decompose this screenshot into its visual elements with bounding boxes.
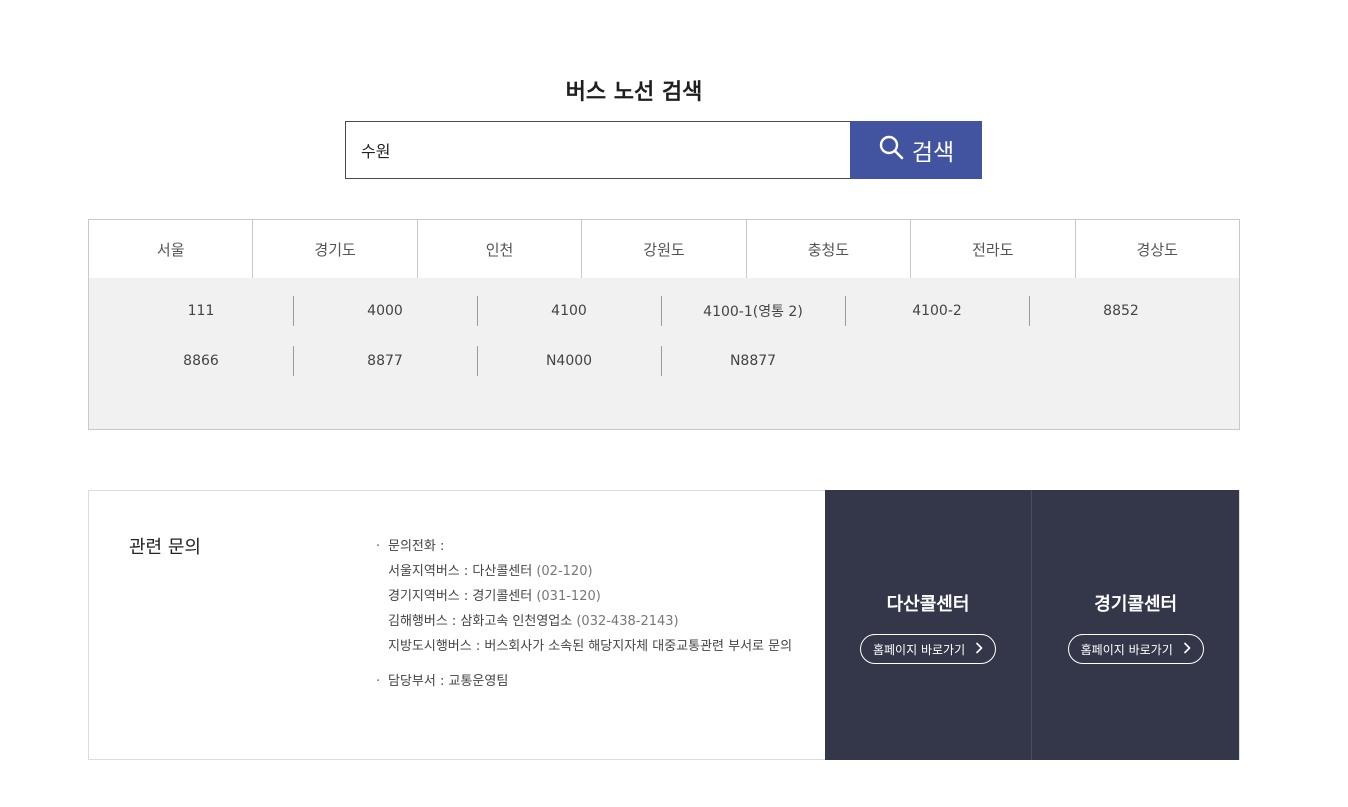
route-item[interactable]: 4100-2 <box>845 296 1029 326</box>
phone-label: 문의전화 : <box>376 534 796 559</box>
inquiry-title: 관련 문의 <box>129 537 201 558</box>
route-item[interactable]: 111 <box>109 296 293 326</box>
chevron-right-icon <box>1183 641 1191 657</box>
route-item[interactable]: 4100-1(영통 2) <box>661 296 845 326</box>
route-item[interactable]: 8852 <box>1029 296 1213 326</box>
homepage-link-label: 홈페이지 바로가기 <box>1080 642 1173 657</box>
contact-line: 지방도시행버스 : 버스회사가 소속된 해당지자체 대중교통관련 부서로 문의 <box>388 639 793 654</box>
tab-seoul[interactable]: 서울 <box>89 220 254 279</box>
homepage-link-button[interactable]: 홈페이지 바로가기 <box>859 634 997 664</box>
dasan-call-center: 다산콜센터 홈페이지 바로가기 <box>824 490 1032 760</box>
chevron-right-icon <box>975 641 983 657</box>
gyeonggi-call-center: 경기콜센터 홈페이지 바로가기 <box>1031 490 1239 760</box>
route-item[interactable]: 8866 <box>109 346 293 376</box>
call-center-name: 경기콜센터 <box>1094 594 1178 615</box>
search-button-label: 검색 <box>911 140 955 166</box>
page-title: 버스 노선 검색 <box>565 80 703 105</box>
homepage-link-label: 홈페이지 바로가기 <box>872 642 966 657</box>
tab-gyeonggi[interactable]: 경기도 <box>253 220 418 279</box>
region-tabs: 서울 경기도 인천 강원도 충청도 전라도 경상도 <box>88 219 1240 279</box>
route-item[interactable]: 4100 <box>477 296 661 326</box>
inquiry-section: 관련 문의 문의전화 : 서울지역버스 : 다산콜센터 (02-120) 경기지… <box>88 490 1240 760</box>
route-item[interactable]: 8877 <box>293 346 477 376</box>
search-icon <box>878 134 904 166</box>
tab-jeolla[interactable]: 전라도 <box>911 220 1076 279</box>
call-center-name: 다산콜센터 <box>886 594 970 615</box>
tab-gyeongsang[interactable]: 경상도 <box>1075 220 1239 279</box>
route-results-panel: 111 4000 4100 4100-1(영통 2) 4100-2 8852 8… <box>88 278 1240 430</box>
tab-chungcheong[interactable]: 충청도 <box>746 220 912 279</box>
search-bar: 검색 <box>345 121 982 179</box>
route-item[interactable]: 4000 <box>293 296 477 326</box>
contact-line: 서울지역버스 : 다산콜센터 (02-120) <box>388 564 593 579</box>
inquiry-info: 관련 문의 문의전화 : 서울지역버스 : 다산콜센터 (02-120) 경기지… <box>89 491 825 759</box>
tab-gangwon[interactable]: 강원도 <box>582 220 747 279</box>
tab-incheon[interactable]: 인천 <box>417 220 583 279</box>
inquiry-list: 문의전화 : 서울지역버스 : 다산콜센터 (02-120) 경기지역버스 : … <box>376 534 796 694</box>
route-item[interactable]: N8877 <box>661 346 845 376</box>
route-item[interactable]: N4000 <box>477 346 661 376</box>
search-button[interactable]: 검색 <box>850 121 982 179</box>
contact-line: 김해행버스 : 삼화고속 인천영업소 (032-438-2143) <box>388 614 679 629</box>
department-line: 담당부서 : 교통운영팀 <box>376 669 796 694</box>
search-input[interactable] <box>345 121 850 179</box>
contact-line: 경기지역버스 : 경기콜센터 (031-120) <box>388 589 601 604</box>
homepage-link-button[interactable]: 홈페이지 바로가기 <box>1067 634 1204 664</box>
route-list: 111 4000 4100 4100-1(영통 2) 4100-2 8852 8… <box>109 296 1219 376</box>
